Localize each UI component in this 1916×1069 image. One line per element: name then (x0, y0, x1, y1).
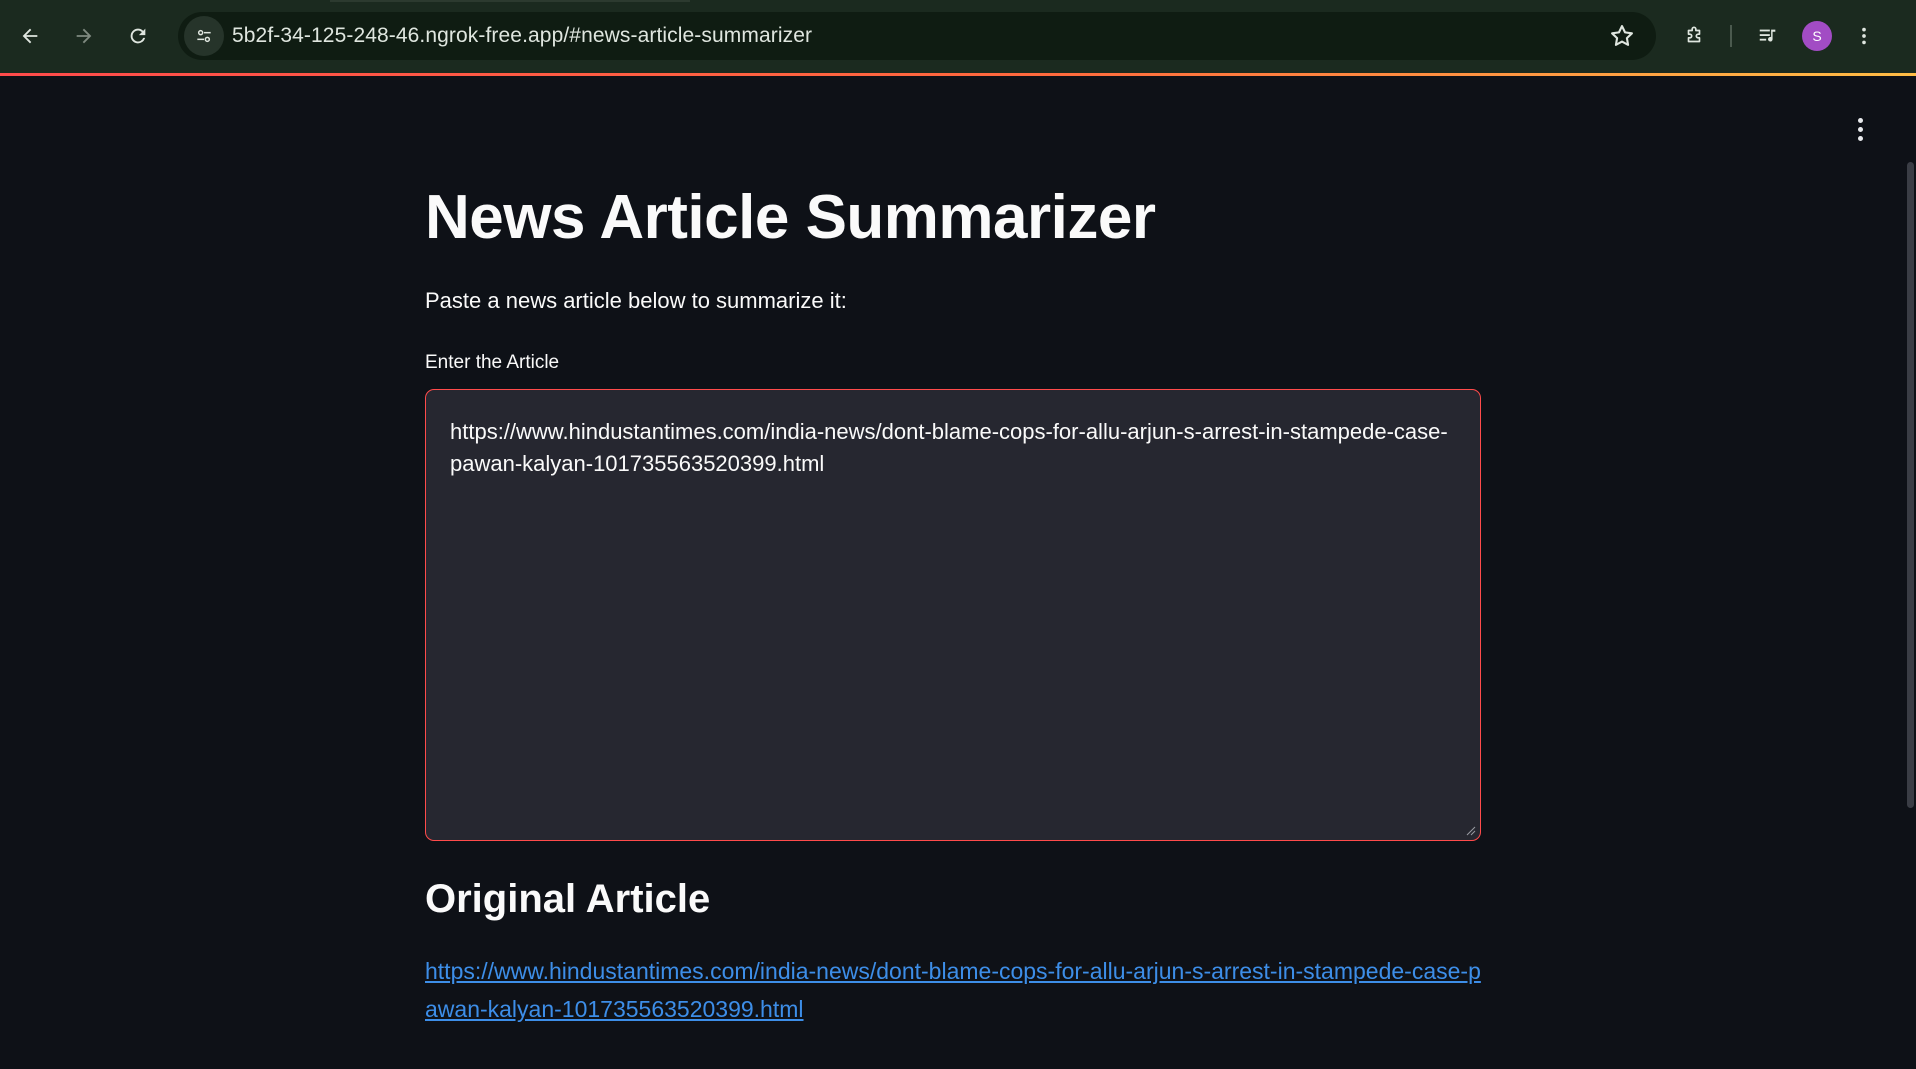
resize-grip-icon[interactable] (1466, 826, 1476, 836)
article-input-label: Enter the Article (425, 352, 560, 373)
forward-arrow-icon (76, 28, 92, 44)
extensions-button[interactable] (1672, 14, 1716, 58)
star-icon[interactable] (1608, 22, 1636, 50)
back-button[interactable] (8, 14, 52, 58)
dot-icon (1857, 135, 1863, 141)
article-input[interactable]: https://www.hindustantimes.com/india-new… (426, 390, 1480, 840)
app-container: News Article Summarizer Paste a news art… (0, 76, 1916, 1069)
tune-icon (197, 29, 211, 43)
puzzle-icon (1687, 26, 1701, 43)
media-queue-icon (1759, 29, 1776, 42)
address-bar[interactable]: 5b2f-34-125-248-46.ngrok-free.app/#news-… (178, 12, 1656, 60)
page-scrollbar[interactable] (1907, 162, 1914, 808)
kebab-menu-icon (1862, 27, 1866, 45)
page-title: News Article Summarizer (425, 183, 1156, 252)
media-controls-button[interactable] (1746, 14, 1790, 58)
site-info-button[interactable] (184, 16, 224, 56)
dot-icon (1857, 126, 1863, 132)
app-main-menu-button[interactable] (1848, 114, 1872, 144)
tab-strip-edge (330, 0, 690, 2)
original-article-link[interactable]: https://www.hindustantimes.com/india-new… (425, 952, 1481, 1028)
forward-button[interactable] (62, 14, 106, 58)
page-subtitle: Paste a news article below to summarize … (425, 288, 847, 313)
toolbar-divider (1730, 25, 1732, 47)
toolbar-actions: S (1672, 14, 1886, 58)
reload-button[interactable] (116, 14, 160, 58)
back-arrow-icon (22, 28, 38, 44)
original-article-heading: Original Article (425, 877, 711, 921)
dot-icon (1857, 117, 1863, 123)
browser-menu-button[interactable] (1842, 14, 1886, 58)
article-input-container: https://www.hindustantimes.com/india-new… (425, 389, 1481, 841)
url-text[interactable]: 5b2f-34-125-248-46.ngrok-free.app/#news-… (232, 24, 812, 48)
reload-icon (130, 28, 146, 44)
browser-toolbar: 5b2f-34-125-248-46.ngrok-free.app/#news-… (0, 0, 1916, 73)
profile-avatar[interactable]: S (1802, 21, 1832, 51)
